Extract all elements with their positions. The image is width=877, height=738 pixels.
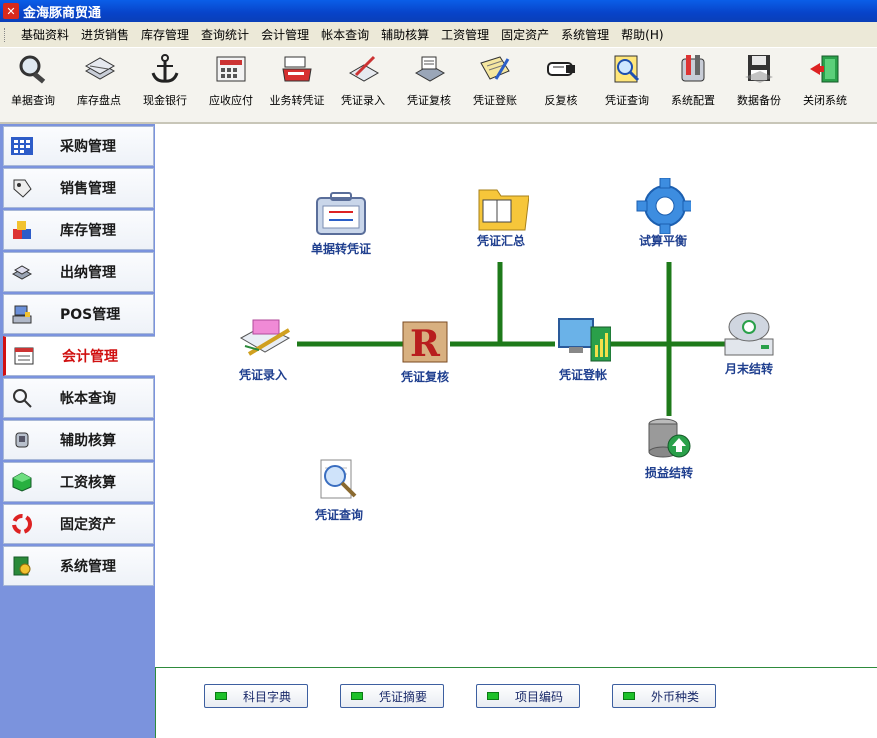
sidebar: 采购管理 销售管理 库存管理 出纳管理 POS管理 会计管理 帐本查询 辅助核算…	[0, 124, 155, 738]
menu-payroll[interactable]: 工资管理	[435, 24, 495, 45]
toolbar: 单据查询 库存盘点 现金银行 应收应付 业务转凭证 凭证录入 凭证复核 凭证登账…	[0, 48, 877, 124]
anchor-icon	[147, 52, 183, 86]
sidebar-item-sales[interactable]: 销售管理	[3, 168, 154, 208]
voucher-summary-text-button[interactable]: 凭证摘要	[340, 684, 444, 708]
menu-purchase-sales[interactable]: 进货销售	[75, 24, 135, 45]
flow-node-voucher-entry[interactable]: 凭证录入	[235, 316, 291, 383]
sidebar-item-inventory[interactable]: 库存管理	[3, 210, 154, 250]
menu-query-stats[interactable]: 查询统计	[195, 24, 255, 45]
menu-help[interactable]: 帮助(H)	[615, 24, 669, 45]
account-dictionary-button[interactable]: 科目字典	[204, 684, 308, 708]
sidebar-item-cashier[interactable]: 出纳管理	[3, 252, 154, 292]
database-up-icon	[641, 414, 697, 462]
toolbox-icon	[313, 190, 369, 238]
tool-system-config[interactable]: 系统配置	[660, 52, 726, 108]
menu-inventory[interactable]: 库存管理	[135, 24, 195, 45]
tools-icon	[675, 52, 711, 86]
hand-point-icon	[543, 52, 579, 86]
ledger-pen-icon	[477, 52, 513, 86]
gear-book-icon	[10, 554, 34, 578]
svg-text:R: R	[410, 323, 441, 365]
tool-voucher-query[interactable]: 凭证查询	[594, 52, 660, 108]
ledger-icon	[12, 344, 36, 368]
sidebar-item-fixed-assets[interactable]: 固定资产	[3, 504, 154, 544]
flow-node-pl-transfer[interactable]: 损益结转	[641, 414, 697, 481]
tool-reverse-review[interactable]: 反复核	[528, 52, 594, 108]
project-code-button[interactable]: 项目编码	[476, 684, 580, 708]
recycle-icon	[10, 512, 34, 536]
sidebar-item-pos[interactable]: POS管理	[3, 294, 154, 334]
cd-drive-icon	[721, 310, 777, 358]
sidebar-item-auxiliary[interactable]: 辅助核算	[3, 420, 154, 460]
floppy-icon	[741, 52, 777, 86]
flow-node-trial-balance[interactable]: 试算平衡	[635, 178, 691, 249]
status-led-icon	[623, 692, 635, 700]
tool-receivable-payable[interactable]: 应收应付	[198, 52, 264, 108]
sidebar-item-accounting[interactable]: 会计管理	[3, 336, 155, 376]
pen-paper-icon	[345, 52, 381, 86]
status-led-icon	[351, 692, 363, 700]
tool-voucher-review[interactable]: 凭证复核	[396, 52, 462, 108]
calculator-icon	[213, 52, 249, 86]
gear-icon	[635, 178, 691, 234]
folder-book-icon	[473, 182, 529, 231]
r-letter-icon: R	[397, 318, 453, 366]
sidebar-item-system[interactable]: 系统管理	[3, 546, 154, 586]
pos-terminal-icon	[10, 302, 34, 326]
window-title: 金海豚商贸通	[23, 5, 102, 21]
magnifier-icon	[10, 386, 34, 410]
scanner-icon	[411, 52, 447, 86]
flow-node-bill-to-voucher[interactable]: 单据转凭证	[311, 190, 371, 257]
boxes-icon	[10, 218, 34, 242]
hand-icon	[10, 428, 34, 452]
search-doc-icon	[609, 52, 645, 86]
flow-node-voucher-query[interactable]: 凭证查询	[311, 456, 367, 523]
flow-node-voucher-summary[interactable]: 凭证汇总	[473, 182, 529, 249]
coins-icon	[10, 260, 34, 284]
currency-type-button[interactable]: 外币种类	[612, 684, 716, 708]
tool-bill-query[interactable]: 单据查询	[0, 52, 66, 108]
sidebar-item-ledger-query[interactable]: 帐本查询	[3, 378, 154, 418]
stack-icon	[81, 52, 117, 86]
title-bar: ✕ 金海豚商贸通	[0, 0, 877, 22]
tool-business-to-voucher[interactable]: 业务转凭证	[264, 52, 330, 108]
tag-icon	[10, 176, 34, 200]
flow-node-voucher-post[interactable]: 凭证登帐	[555, 316, 611, 383]
shortcut-panel: 科目字典 凭证摘要 项目编码 外币种类	[155, 667, 877, 738]
menu-auxiliary[interactable]: 辅助核算	[375, 24, 435, 45]
menu-ledger-query[interactable]: 帐本查询	[315, 24, 375, 45]
search-doc-icon	[311, 456, 367, 504]
envelope-pen-icon	[235, 316, 291, 364]
app-logo-icon: ✕	[3, 3, 19, 19]
tool-inventory-count[interactable]: 库存盘点	[66, 52, 132, 108]
flow-node-month-end[interactable]: 月末结转	[721, 310, 777, 377]
status-led-icon	[215, 692, 227, 700]
menu-grip	[4, 27, 7, 42]
tool-voucher-post[interactable]: 凭证登账	[462, 52, 528, 108]
flow-node-voucher-review[interactable]: R 凭证复核	[397, 318, 453, 385]
exit-door-icon	[807, 52, 843, 86]
magnifier-icon	[15, 52, 51, 86]
grid-icon	[10, 134, 34, 158]
cash-register-icon	[279, 52, 315, 86]
accounting-flow-panel: 单据转凭证 凭证汇总 试算平衡 凭证录入 R 凭证复核 凭证登帐 月末结转 损益…	[155, 124, 877, 668]
menu-basic-data[interactable]: 基础资料	[15, 24, 75, 45]
sidebar-item-purchase[interactable]: 采购管理	[3, 126, 154, 166]
menu-bar: 基础资料 进货销售 库存管理 查询统计 会计管理 帐本查询 辅助核算 工资管理 …	[0, 22, 877, 48]
tool-voucher-entry[interactable]: 凭证录入	[330, 52, 396, 108]
status-led-icon	[487, 692, 499, 700]
tool-close-system[interactable]: 关闭系统	[792, 52, 858, 108]
menu-accounting[interactable]: 会计管理	[255, 24, 315, 45]
tool-cash-bank[interactable]: 现金银行	[132, 52, 198, 108]
sidebar-item-payroll[interactable]: 工资核算	[3, 462, 154, 502]
menu-fixed-assets[interactable]: 固定资产	[495, 24, 555, 45]
menu-system[interactable]: 系统管理	[555, 24, 615, 45]
cube-icon	[10, 470, 34, 494]
tool-data-backup[interactable]: 数据备份	[726, 52, 792, 108]
monitor-chart-icon	[555, 316, 611, 364]
